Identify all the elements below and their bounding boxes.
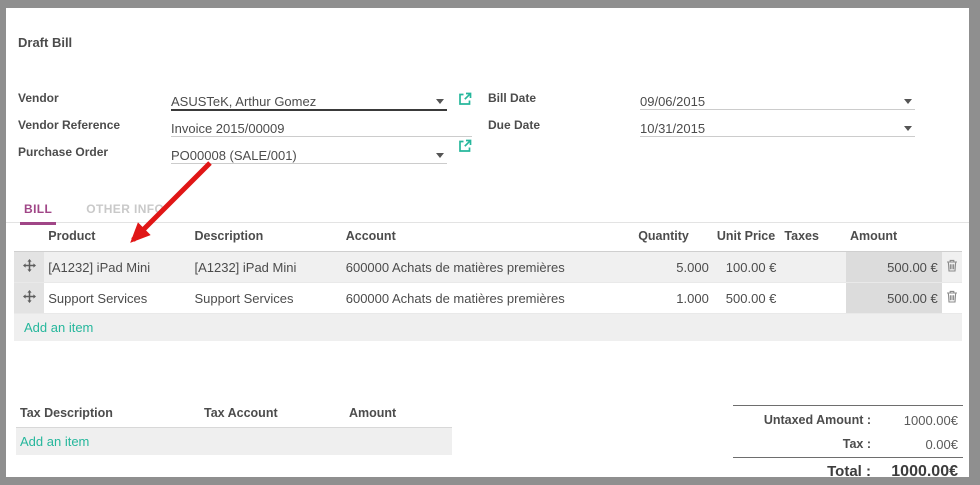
trash-icon[interactable] <box>946 259 958 275</box>
cell-account[interactable]: 600000 Achats de matières premières <box>342 283 634 314</box>
purchase-order-field[interactable]: PO00008 (SALE/001) <box>171 142 447 164</box>
col-description: Description <box>190 222 341 252</box>
cell-description[interactable]: Support Services <box>190 283 341 314</box>
untaxed-amount-label: Untaxed Amount : <box>733 413 871 427</box>
due-date-field[interactable]: 10/31/2015 <box>640 115 915 137</box>
notebook-tabs: BILL OTHER INFO <box>6 200 969 223</box>
purchase-order-external-link-icon[interactable] <box>458 139 472 158</box>
vendor-field[interactable]: ASUSTeK, Arthur Gomez <box>171 88 447 111</box>
vendor-reference-value[interactable]: Invoice 2015/00009 <box>171 121 284 136</box>
handle-column-header <box>14 222 44 252</box>
tab-other-info[interactable]: OTHER INFO <box>82 200 168 222</box>
cell-description[interactable]: [A1232] iPad Mini <box>190 252 341 283</box>
totals-panel: Untaxed Amount : 1000.00€ Tax : 0.00€ To… <box>733 405 963 485</box>
col-account: Account <box>342 222 634 252</box>
vendor-external-link-icon[interactable] <box>458 92 472 111</box>
cell-account[interactable]: 600000 Achats de matières premières <box>342 252 634 283</box>
bill-date-field[interactable]: 09/06/2015 <box>640 88 915 110</box>
caret-down-icon[interactable] <box>904 99 912 104</box>
tax-header-row: Tax Description Tax Account Amount <box>16 400 452 428</box>
col-taxes: Taxes <box>780 222 846 252</box>
add-tax-line-link[interactable]: Add an item <box>16 428 452 455</box>
caret-down-icon[interactable] <box>904 126 912 131</box>
cell-amount: 500.00 € <box>846 283 942 314</box>
col-unit-price: Unit Price <box>713 222 781 252</box>
trash-icon[interactable] <box>946 290 958 306</box>
cell-product[interactable]: [A1232] iPad Mini <box>44 252 190 283</box>
due-date-label: Due Date <box>488 118 540 132</box>
lines-header-row: Product Description Account Quantity Uni… <box>14 222 962 252</box>
caret-down-icon[interactable] <box>436 99 444 104</box>
col-tax-account: Tax Account <box>200 406 345 420</box>
cell-taxes[interactable] <box>780 252 846 283</box>
vendor-reference-label: Vendor Reference <box>18 118 120 132</box>
page-title: Draft Bill <box>18 35 72 50</box>
total-value: 1000.00€ <box>871 463 963 481</box>
vendor-reference-field[interactable]: Invoice 2015/00009 <box>171 115 472 137</box>
vendor-label: Vendor <box>18 91 59 105</box>
col-tax-amount: Amount <box>345 406 452 420</box>
table-row[interactable]: [A1232] iPad Mini [A1232] iPad Mini 6000… <box>14 252 962 283</box>
col-amount: Amount <box>846 222 942 252</box>
delete-row-button[interactable] <box>942 252 962 283</box>
draft-bill-form: Draft Bill Vendor ASUSTeK, Arthur Gomez … <box>6 8 969 477</box>
col-quantity: Quantity <box>634 222 713 252</box>
delete-row-button[interactable] <box>942 283 962 314</box>
table-row[interactable]: Support Services Support Services 600000… <box>14 283 962 314</box>
invoice-lines-table: Product Description Account Quantity Uni… <box>14 222 962 341</box>
col-tax-description: Tax Description <box>16 406 200 420</box>
cell-quantity[interactable]: 5.000 <box>634 252 713 283</box>
tax-lines-table: Tax Description Tax Account Amount Add a… <box>16 400 452 455</box>
move-handle-icon[interactable] <box>14 252 44 283</box>
tax-total-value: 0.00€ <box>871 437 963 452</box>
vendor-value[interactable]: ASUSTeK, Arthur Gomez <box>171 94 316 109</box>
delete-column-header <box>942 222 962 252</box>
tax-total-label: Tax : <box>733 437 871 451</box>
purchase-order-label: Purchase Order <box>18 145 108 159</box>
bill-date-label: Bill Date <box>488 91 536 105</box>
cell-amount: 500.00 € <box>846 252 942 283</box>
bill-date-value[interactable]: 09/06/2015 <box>640 94 705 109</box>
cell-unit-price[interactable]: 500.00 € <box>713 283 781 314</box>
total-label: Total : <box>733 463 871 480</box>
caret-down-icon[interactable] <box>436 153 444 158</box>
move-handle-icon[interactable] <box>14 283 44 314</box>
untaxed-amount-value: 1000.00€ <box>871 413 963 428</box>
cell-unit-price[interactable]: 100.00 € <box>713 252 781 283</box>
cell-product[interactable]: Support Services <box>44 283 190 314</box>
col-product: Product <box>44 222 190 252</box>
due-date-value[interactable]: 10/31/2015 <box>640 121 705 136</box>
cell-taxes[interactable] <box>780 283 846 314</box>
purchase-order-value[interactable]: PO00008 (SALE/001) <box>171 148 297 163</box>
cell-quantity[interactable]: 1.000 <box>634 283 713 314</box>
add-line-link[interactable]: Add an item <box>14 314 962 341</box>
